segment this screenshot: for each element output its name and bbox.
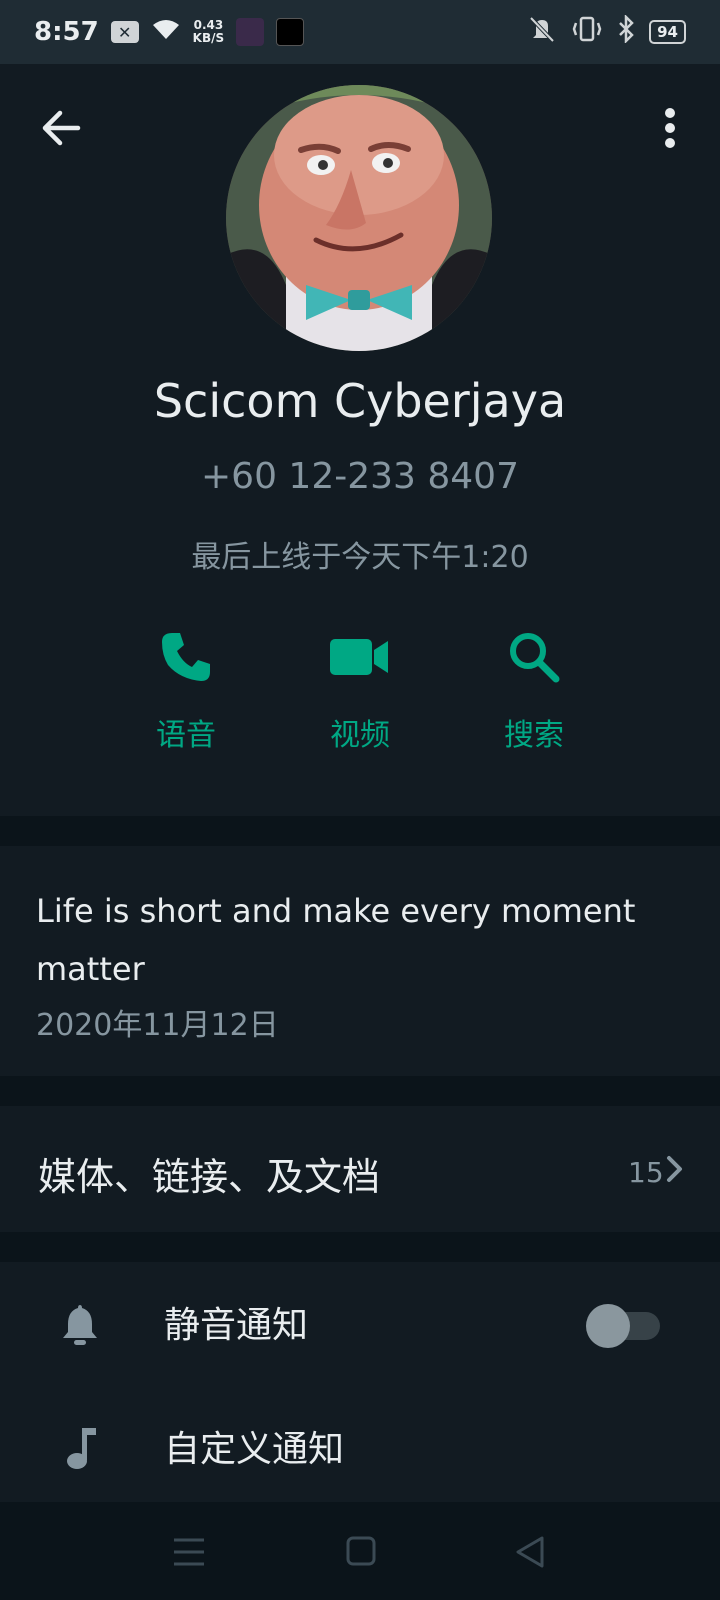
contact-avatar[interactable] — [226, 85, 492, 351]
contact-header: Scicom Cyberjaya +60 12-233 8407 最后上线于今天… — [0, 64, 720, 816]
media-links-docs-row[interactable]: 媒体、链接、及文档 15 — [0, 1106, 720, 1232]
system-navigation-bar — [0, 1502, 720, 1600]
voice-call-button[interactable]: 语音 — [126, 624, 246, 754]
media-count: 15 — [628, 1156, 664, 1189]
battery-indicator: 94 — [649, 20, 686, 44]
status-time: 8:57 — [34, 17, 99, 47]
contact-actions: 语音 视频 搜索 — [0, 624, 720, 764]
more-vertical-icon — [665, 108, 675, 148]
back-nav-button[interactable] — [512, 1534, 552, 1570]
app-notification-icon — [236, 18, 265, 46]
chevron-right-icon — [664, 1154, 686, 1188]
search-label: 搜索 — [504, 718, 564, 753]
search-icon — [510, 633, 560, 683]
bell-icon — [60, 1302, 100, 1346]
menu-icon — [174, 1538, 204, 1566]
network-speed-value: 0.43 — [193, 18, 224, 32]
network-speed: 0.43 KB/S — [193, 19, 224, 45]
video-call-label: 视频 — [330, 718, 390, 753]
square-icon — [346, 1536, 376, 1566]
mute-toggle[interactable] — [586, 1304, 660, 1348]
phone-icon — [162, 633, 210, 681]
music-note-icon — [60, 1426, 100, 1470]
network-speed-unit: KB/S — [192, 31, 225, 45]
triangle-left-icon — [516, 1536, 544, 1568]
status-bar: 8:57 ✕ 0.43 KB/S 94 — [0, 0, 720, 64]
voice-call-label: 语音 — [156, 718, 216, 753]
custom-notifications-row[interactable]: 自定义通知 — [0, 1386, 720, 1506]
back-button[interactable] — [38, 104, 86, 152]
video-call-button[interactable]: 视频 — [300, 624, 420, 754]
notification-close-icon: ✕ — [110, 21, 139, 43]
vibrate-icon — [571, 15, 603, 49]
video-icon — [330, 639, 388, 675]
avatar-image — [226, 85, 492, 351]
more-options-button[interactable] — [650, 104, 690, 152]
about-date: 2020年11月12日 — [36, 1008, 279, 1043]
media-title: 媒体、链接、及文档 — [38, 1155, 381, 1199]
home-button[interactable] — [342, 1534, 382, 1570]
bluetooth-icon — [617, 13, 635, 49]
wifi-icon — [151, 17, 181, 47]
mute-notifications-label: 静音通知 — [164, 1305, 309, 1346]
contact-phone: +60 12-233 8407 — [201, 456, 519, 497]
custom-notifications-label: 自定义通知 — [164, 1429, 345, 1470]
last-seen-status: 最后上线于今天下午1:20 — [191, 540, 529, 575]
mute-notifications-row[interactable]: 静音通知 — [0, 1262, 720, 1382]
mute-vibrate-icon — [527, 15, 557, 49]
arrow-left-icon — [42, 110, 81, 146]
recent-apps-button[interactable] — [170, 1534, 210, 1570]
about-section[interactable]: Life is short and make every moment matt… — [0, 846, 720, 1076]
contact-name: Scicom Cyberjaya — [153, 374, 567, 428]
about-text: Life is short and make every moment matt… — [36, 892, 636, 988]
toggle-thumb — [586, 1304, 630, 1348]
search-button[interactable]: 搜索 — [474, 624, 594, 754]
app-notification-icon — [276, 18, 305, 46]
notification-settings: 静音通知 自定义通知 — [0, 1262, 720, 1502]
